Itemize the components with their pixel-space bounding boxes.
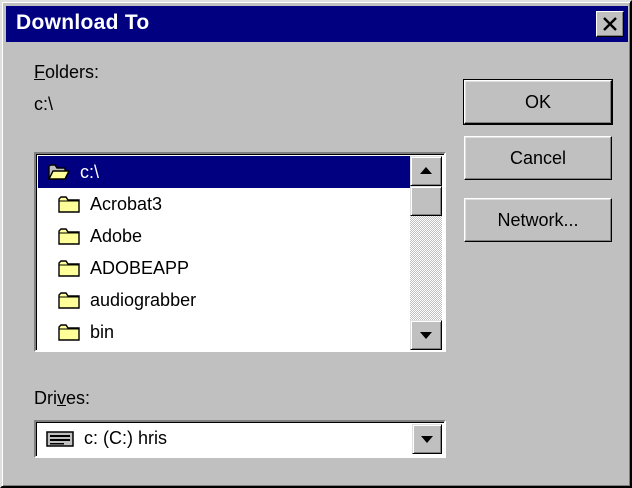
chevron-down-icon	[421, 436, 433, 443]
folder-list-items: c:\ Acrobat3 Adobe ADOBEAPP audiograbber bin	[38, 156, 414, 350]
scroll-up-button[interactable]	[410, 156, 442, 186]
folder-list-item[interactable]: ADOBEAPP	[38, 252, 414, 284]
folder-list-item[interactable]: Acrobat3	[38, 188, 414, 220]
close-button[interactable]	[596, 11, 624, 37]
folder-list-scrollbar[interactable]	[410, 156, 442, 350]
folder-name: audiograbber	[90, 289, 197, 310]
folder-list-item[interactable]: c:\	[38, 156, 414, 188]
scroll-down-button[interactable]	[410, 320, 442, 350]
title-bar[interactable]: Download To	[6, 6, 628, 42]
folder-icon	[58, 324, 80, 341]
folder-name: Acrobat3	[90, 193, 163, 214]
open-folder-icon	[48, 164, 70, 180]
arrow-down-icon	[420, 332, 432, 339]
current-path: c:\	[34, 94, 54, 114]
folder-list[interactable]: c:\ Acrobat3 Adobe ADOBEAPP audiograbber bin	[34, 152, 446, 352]
drives-selected-value: c: (C:) hris	[46, 428, 167, 449]
arrow-up-icon	[420, 167, 432, 174]
close-icon	[603, 17, 617, 31]
folder-list-item[interactable]: Adobe	[38, 220, 414, 252]
folder-icon	[58, 196, 80, 213]
download-to-dialog: Download To Folders: c:\ c:\ Acrobat3 Adob…	[0, 0, 632, 488]
folders-label: Folders:	[34, 62, 100, 82]
folder-icon	[58, 228, 80, 245]
scroll-thumb[interactable]	[410, 186, 442, 216]
folder-list-item[interactable]: audiograbber	[38, 284, 414, 316]
cancel-button[interactable]: Cancel	[464, 136, 612, 180]
folder-name: ADOBEAPP	[90, 257, 190, 278]
drives-combobox[interactable]: c: (C:) hris	[34, 420, 446, 458]
folder-name: Adobe	[90, 225, 143, 246]
dialog-title: Download To	[16, 11, 150, 34]
ok-button[interactable]: OK	[463, 79, 613, 125]
network-button[interactable]: Network...	[464, 198, 612, 242]
drives-selected-text: c: (C:) hris	[84, 428, 167, 448]
drives-dropdown-button[interactable]	[412, 424, 442, 454]
hard-drive-icon	[46, 430, 74, 447]
folder-name: c:\	[80, 161, 100, 182]
folder-icon	[58, 260, 80, 277]
folder-list-item[interactable]: bin	[38, 316, 414, 348]
folder-icon	[58, 292, 80, 309]
folder-name: bin	[90, 321, 115, 342]
drives-label: Drives:	[34, 388, 91, 408]
